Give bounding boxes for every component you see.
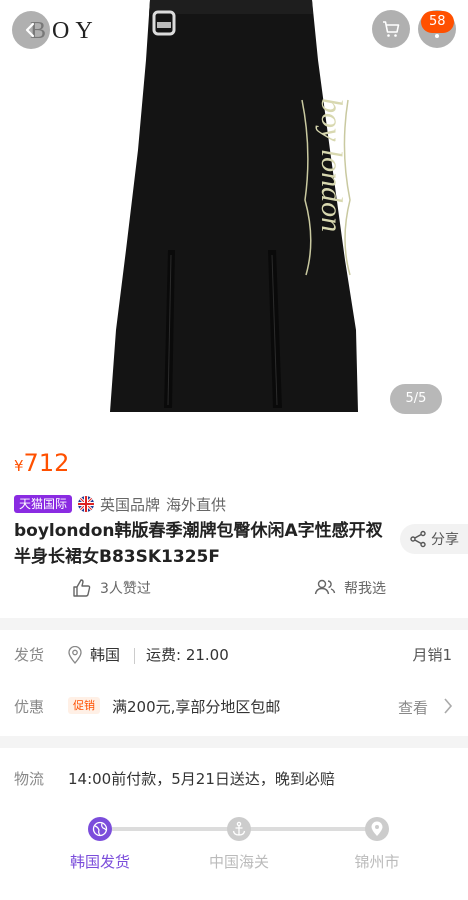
social-row: 3人赞过 帮我选	[0, 578, 468, 608]
promotion-view-link[interactable]: 查看	[398, 697, 428, 718]
timeline-step-3	[365, 817, 389, 841]
price: ¥712	[14, 449, 69, 477]
promotion-tag: 促销	[68, 697, 100, 714]
image-page-indicator: 5/5	[390, 384, 442, 414]
chevron-right-icon	[444, 698, 453, 714]
timeline-label-customs: 中国海关	[208, 853, 269, 871]
section-divider	[0, 618, 468, 630]
section-divider	[0, 736, 468, 748]
help-pick-label: 帮我选	[344, 581, 386, 597]
separator	[134, 648, 135, 664]
timeline-label-origin: 韩国发货	[69, 853, 130, 871]
back-button[interactable]	[12, 11, 50, 49]
uk-flag-icon	[78, 496, 95, 512]
timeline-step-2	[227, 817, 251, 841]
tmall-global-tag: 天猫国际	[14, 495, 73, 513]
share-label: 分享	[431, 532, 459, 548]
shipping-row[interactable]: 发货 韩国 运费: 21.00 月销1	[0, 640, 468, 670]
monthly-sales: 月销1	[412, 646, 452, 664]
likes-button[interactable]: 3人赞过	[72, 578, 151, 598]
product-tags: 天猫国际 英国品牌 海外直供	[14, 494, 226, 514]
logistics-label: 物流	[14, 770, 45, 788]
product-image-carousel[interactable]: boy london BOY 58 5/5	[0, 0, 468, 440]
likes-label: 3人赞过	[100, 581, 151, 597]
timeline-connector	[250, 827, 366, 831]
skirt-print-text: boy london	[315, 98, 348, 232]
cart-count-badge: 58	[421, 11, 454, 33]
shipping-origin: 韩国	[68, 644, 120, 665]
logistics-timeline: 韩国发货 中国海关 锦州市	[0, 815, 468, 885]
currency-symbol: ¥	[14, 457, 24, 475]
thumbs-up-icon	[73, 579, 91, 597]
product-title: boylondon韩版春季潮牌包臀休闲A字性感开衩半身长裙女B83SK1325F	[14, 521, 383, 567]
location-pin-icon	[68, 645, 82, 664]
help-pick-button[interactable]: 帮我选	[314, 578, 386, 598]
globe-icon	[92, 821, 108, 837]
shipping-label: 发货	[14, 646, 45, 664]
timeline-connector	[112, 827, 228, 831]
share-icon	[410, 530, 426, 548]
promotion-row[interactable]: 优惠 促销 满200元,享部分地区包邮 查看	[0, 692, 468, 722]
import-type: 海外直供	[166, 495, 227, 514]
anchor-icon	[232, 821, 246, 836]
cart-icon	[383, 21, 400, 37]
shipping-fee: 运费: 21.00	[146, 646, 229, 664]
back-arrow-icon	[25, 22, 35, 38]
cart-button[interactable]	[372, 10, 410, 48]
timeline-label-destination: 锦州市	[354, 853, 400, 871]
promotion-label: 优惠	[14, 698, 45, 716]
product-photo: boy london	[110, 0, 358, 412]
price-value: 712	[23, 449, 70, 477]
brand-origin: 英国品牌	[100, 495, 161, 514]
shipping-origin-text: 韩国	[90, 646, 121, 664]
logistics-text: 14:00前付款，5月21日送达，晚到必赔	[68, 770, 335, 788]
promotion-text: 满200元,享部分地区包邮	[112, 698, 281, 716]
people-icon	[314, 579, 336, 595]
location-pin-icon	[371, 821, 383, 836]
timeline-step-1	[88, 817, 112, 841]
share-button[interactable]: 分享	[400, 524, 468, 554]
logistics-row[interactable]: 物流 14:00前付款，5月21日送达，晚到必赔	[0, 764, 468, 794]
